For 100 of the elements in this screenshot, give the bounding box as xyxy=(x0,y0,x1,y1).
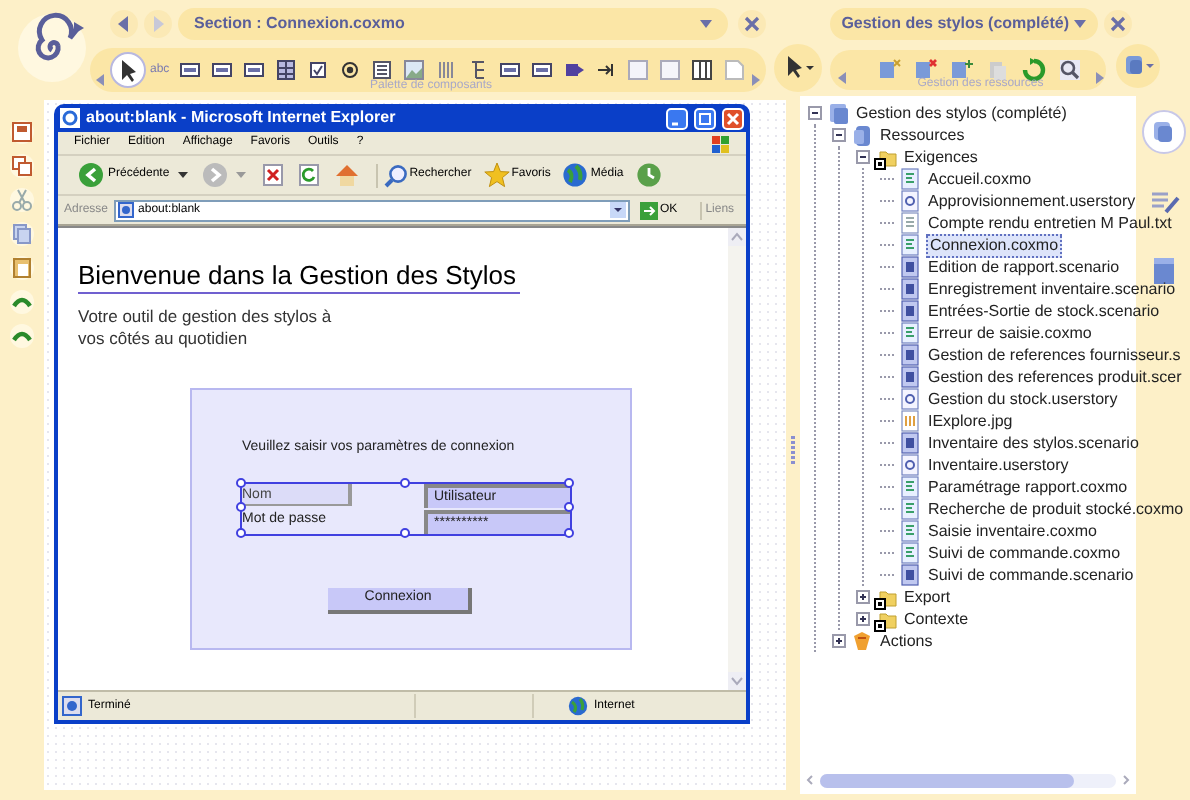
splitter-grip-icon[interactable] xyxy=(790,436,796,464)
layers-dropdown-icon[interactable] xyxy=(1115,44,1160,88)
minimize-icon[interactable] xyxy=(666,107,688,129)
tree-item[interactable]: Compte rendu entretien M Paul.txt xyxy=(926,213,1174,233)
tree-item[interactable]: Entrées-Sortie de stock.scenario xyxy=(926,301,1162,321)
scroll-left-icon xyxy=(804,774,816,786)
refresh-icon[interactable] xyxy=(1021,58,1046,82)
expand-icon[interactable] xyxy=(832,634,846,648)
home-icon[interactable] xyxy=(333,162,360,188)
window-component-icon[interactable] xyxy=(531,60,552,80)
dropdown-caret-icon xyxy=(699,20,712,28)
stop-icon[interactable] xyxy=(261,164,284,186)
tree-item[interactable]: Gestion des references produit.scer xyxy=(926,367,1184,387)
resize-handle[interactable] xyxy=(236,527,246,537)
maximize-icon[interactable] xyxy=(694,107,716,129)
project-selector[interactable]: Gestion des stylos (complété) xyxy=(829,8,1098,40)
tree-item[interactable]: Edition de rapport.scenario xyxy=(926,257,1122,277)
tree-item[interactable]: Gestion des stylos (complété) xyxy=(854,103,1069,123)
tree-item[interactable]: Connexion.coxmo xyxy=(926,233,1063,257)
tree-item[interactable]: Inventaire des stylos.scenario xyxy=(926,433,1141,453)
tree-item[interactable]: Gestion de references fournisseur.s xyxy=(926,345,1183,365)
dropdown-caret-icon xyxy=(610,202,627,218)
collapse-icon[interactable] xyxy=(856,150,870,164)
pointer-tool-icon[interactable] xyxy=(110,52,146,88)
tree-item[interactable]: Ressources xyxy=(878,125,967,145)
tree-item[interactable]: Inventaire.userstory xyxy=(926,455,1071,475)
expand-icon[interactable] xyxy=(856,612,870,626)
grid-component-icon[interactable] xyxy=(275,60,296,80)
tree-item[interactable]: Recherche de produit stocké.coxmo xyxy=(926,499,1186,519)
copy-icon[interactable] xyxy=(10,222,34,246)
move-up-icon[interactable] xyxy=(10,290,34,314)
collapse-icon[interactable] xyxy=(832,128,846,142)
add-resource-icon[interactable] xyxy=(877,58,902,82)
image-field-component-icon[interactable] xyxy=(243,60,264,80)
expand-icon[interactable] xyxy=(856,590,870,604)
tree-item[interactable]: Paramétrage rapport.coxmo xyxy=(926,477,1130,497)
radio-component-icon[interactable] xyxy=(339,60,360,80)
tree-item[interactable]: Suivi de commande.coxmo xyxy=(926,543,1123,563)
folder-icon xyxy=(874,145,898,169)
tree-item[interactable]: Export xyxy=(902,587,953,607)
go-arrow-icon xyxy=(640,201,659,219)
scroll-left-icon[interactable] xyxy=(835,72,848,84)
tree-item[interactable]: Enregistrement inventaire.scenario xyxy=(926,279,1178,299)
scrollbar-thumb[interactable] xyxy=(820,773,1075,787)
tree-item[interactable]: Gestion du stock.userstory xyxy=(926,389,1120,409)
field-component-icon[interactable] xyxy=(179,60,200,80)
scroll-right-icon[interactable] xyxy=(1093,72,1106,84)
save-icon[interactable] xyxy=(10,120,34,144)
collapse-icon[interactable] xyxy=(808,106,822,120)
window-title: about:blank - Microsoft Internet Explorer xyxy=(86,106,398,130)
document-icon xyxy=(898,365,922,389)
scroll-right-icon[interactable] xyxy=(749,74,762,86)
horizontal-scrollbar[interactable] xyxy=(804,770,1132,790)
resize-handle[interactable] xyxy=(400,527,410,537)
resize-handle[interactable] xyxy=(564,477,574,487)
spiral-logo-icon xyxy=(16,12,88,84)
tree-item[interactable]: Approvisionnement.userstory xyxy=(926,191,1138,211)
refresh-icon[interactable] xyxy=(297,164,320,186)
history-icon[interactable] xyxy=(635,162,662,188)
scroll-left-icon[interactable] xyxy=(94,74,106,86)
picture-frame-component-icon[interactable] xyxy=(403,60,424,80)
tree-item[interactable]: Erreur de saisie.coxmo xyxy=(926,323,1094,343)
tree-item[interactable]: Contexte xyxy=(902,609,971,629)
tree-item[interactable]: Saisie inventaire.coxmo xyxy=(926,521,1099,541)
tree-item[interactable]: Suivi de commande.scenario xyxy=(926,565,1136,585)
resources-tab-icon[interactable] xyxy=(1141,110,1185,154)
table-component-icon[interactable] xyxy=(435,60,456,80)
arrow-component-icon[interactable] xyxy=(595,60,616,80)
resize-handle[interactable] xyxy=(236,502,246,512)
close-icon[interactable] xyxy=(737,10,766,38)
tree-component-icon[interactable] xyxy=(467,60,488,80)
cut-icon[interactable] xyxy=(10,188,34,212)
pointer-dropdown-icon[interactable] xyxy=(773,44,822,92)
globe-icon xyxy=(562,162,589,188)
resize-handle[interactable] xyxy=(564,502,574,512)
move-down-icon[interactable] xyxy=(10,324,34,348)
search-icon[interactable] xyxy=(1057,58,1082,82)
vertical-scrollbar[interactable] xyxy=(728,228,746,690)
close-icon[interactable] xyxy=(1103,10,1132,38)
resize-handle[interactable] xyxy=(400,477,410,487)
checkbox-component-icon[interactable] xyxy=(307,60,328,80)
close-icon[interactable] xyxy=(722,107,744,129)
project-icon xyxy=(826,101,850,125)
columns-component-icon[interactable] xyxy=(691,60,712,80)
resize-handle[interactable] xyxy=(236,477,246,487)
document-icon xyxy=(898,255,922,279)
field-component-icon[interactable] xyxy=(499,60,520,80)
paste-icon[interactable] xyxy=(10,256,34,280)
book-icon[interactable] xyxy=(1149,254,1177,286)
frame-component-icon[interactable] xyxy=(211,60,232,80)
tree-item[interactable]: Actions xyxy=(878,631,935,651)
page-subtitle: Votre outil de gestion des stylos à vos côtés au quotidien xyxy=(78,306,334,350)
section-selector[interactable]: Section : Connexion.coxmo xyxy=(178,8,728,40)
flag-component-icon[interactable] xyxy=(563,60,584,80)
tree-item[interactable]: Accueil.coxmo xyxy=(926,169,1034,189)
tree-item[interactable]: IExplore.jpg xyxy=(926,411,1015,431)
list-component-icon[interactable] xyxy=(371,60,392,80)
tree-item[interactable]: Exigences xyxy=(902,147,980,167)
duplicate-icon[interactable] xyxy=(10,154,34,178)
resize-handle[interactable] xyxy=(564,527,574,537)
